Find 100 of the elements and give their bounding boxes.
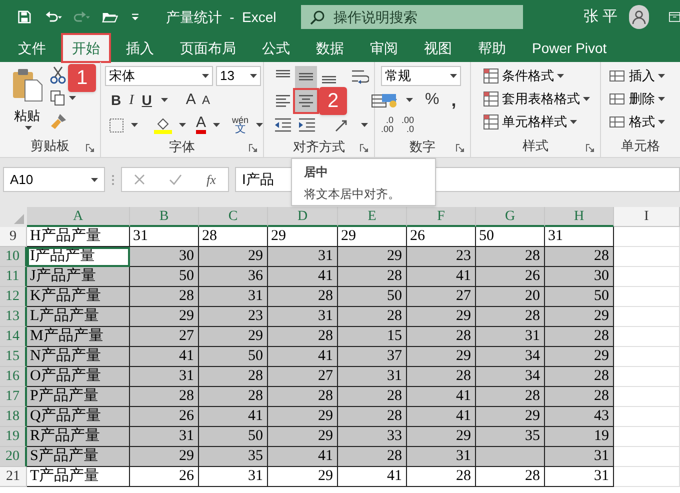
table-cell[interactable]: 31 — [545, 467, 614, 487]
table-cell[interactable]: 41 — [407, 387, 476, 407]
table-cell[interactable]: 15 — [338, 327, 407, 347]
table-cell[interactable]: 31 — [545, 227, 614, 247]
column-header[interactable]: G — [476, 207, 545, 227]
percent-button[interactable]: % — [425, 88, 440, 112]
dialog-launcher-icon[interactable] — [456, 144, 464, 152]
column-header[interactable]: E — [338, 207, 407, 227]
table-cell[interactable]: J产品产量 — [27, 267, 130, 287]
ribbon-tab[interactable]: 数据 — [306, 34, 354, 62]
center-align-button[interactable] — [295, 90, 317, 112]
cells-menu-button[interactable]: 格式 — [609, 112, 665, 132]
styles-menu-button[interactable]: 单元格样式 — [483, 112, 590, 132]
row-header[interactable]: 18 — [0, 407, 27, 427]
table-cell[interactable]: 31 — [268, 307, 338, 327]
grow-font-button[interactable]: A — [186, 88, 196, 112]
row-header[interactable]: 19 — [0, 427, 27, 447]
table-cell[interactable]: 26 — [476, 267, 545, 287]
table-cell[interactable]: 28 — [407, 467, 476, 487]
table-cell[interactable]: 28 — [199, 387, 268, 407]
table-cell[interactable]: 26 — [407, 227, 476, 247]
table-cell[interactable]: 28 — [545, 387, 614, 407]
name-box[interactable]: A10 — [3, 167, 105, 192]
table-cell[interactable]: 31 — [476, 327, 545, 347]
table-cell[interactable]: 28 — [476, 387, 545, 407]
table-cell[interactable]: 31 — [338, 367, 407, 387]
table-cell[interactable]: 28 — [199, 227, 268, 247]
table-cell[interactable]: 29 — [130, 307, 199, 327]
decrease-decimal-button[interactable]: .00 .0 — [402, 116, 414, 134]
table-cell[interactable]: 41 — [338, 467, 407, 487]
phonetic-button[interactable]: wén 文 — [232, 116, 249, 134]
table-cell[interactable]: 27 — [407, 287, 476, 307]
table-cell[interactable]: T产品产量 — [27, 467, 130, 487]
column-header[interactable]: C — [199, 207, 268, 227]
dialog-launcher-icon[interactable] — [249, 144, 257, 152]
table-cell[interactable]: 41 — [268, 267, 338, 287]
merge-icon[interactable] — [371, 93, 387, 109]
insert-function-button[interactable]: fx — [206, 170, 216, 190]
paste-label[interactable]: 粘贴 — [14, 106, 40, 126]
table-cell[interactable]: 50 — [199, 347, 268, 367]
cells-menu-button[interactable]: 插入 — [609, 66, 665, 86]
ribbon-display-icon[interactable] — [668, 11, 680, 23]
copy-icon[interactable] — [50, 90, 66, 106]
paste-icon[interactable] — [11, 68, 43, 102]
table-cell[interactable]: 30 — [130, 247, 199, 267]
table-cell[interactable]: 29 — [268, 427, 338, 447]
table-cell[interactable]: H产品产量 — [27, 227, 130, 247]
currency-icon[interactable] — [381, 92, 399, 108]
table-cell[interactable]: 29 — [338, 247, 407, 267]
table-cell[interactable]: 28 — [338, 447, 407, 467]
column-header[interactable]: B — [130, 207, 199, 227]
table-cell[interactable]: 29 — [476, 407, 545, 427]
table-cell[interactable]: 31 — [545, 447, 614, 467]
table-cell[interactable]: 29 — [199, 327, 268, 347]
table-cell[interactable]: Q产品产量 — [27, 407, 130, 427]
table-cell[interactable]: 28 — [338, 407, 407, 427]
table-cell[interactable]: 28 — [476, 307, 545, 327]
table-cell[interactable]: 43 — [545, 407, 614, 427]
table-cell[interactable]: 28 — [268, 387, 338, 407]
table-cell[interactable]: 29 — [268, 467, 338, 487]
table-cell[interactable]: 26 — [130, 467, 199, 487]
table-cell[interactable]: 50 — [338, 287, 407, 307]
save-icon[interactable] — [18, 9, 31, 25]
table-cell[interactable]: 19 — [545, 427, 614, 447]
table-cell[interactable]: 28 — [545, 247, 614, 267]
ribbon-tab[interactable]: 视图 — [414, 34, 462, 62]
table-cell[interactable]: 31 — [130, 227, 199, 247]
font-name-dropdown[interactable]: 宋体 — [105, 66, 213, 86]
column-header[interactable]: F — [407, 207, 476, 227]
underline-button[interactable]: U — [142, 90, 152, 110]
bold-button[interactable]: B — [111, 90, 122, 110]
table-cell[interactable]: O产品产量 — [27, 367, 130, 387]
table-cell[interactable]: 28 — [476, 247, 545, 267]
search-field[interactable]: 操作说明搜索 — [301, 5, 524, 29]
shrink-font-button[interactable]: A — [202, 91, 210, 109]
table-cell[interactable]: M产品产量 — [27, 327, 130, 347]
row-header[interactable]: 17 — [0, 387, 27, 407]
table-cell[interactable]: 31 — [199, 287, 268, 307]
table-cell[interactable]: R产品产量 — [27, 427, 130, 447]
table-cell[interactable]: 29 — [338, 227, 407, 247]
row-header[interactable]: 21 — [0, 467, 27, 487]
table-cell[interactable]: 28 — [199, 367, 268, 387]
row-header[interactable]: 10 — [0, 247, 27, 267]
table-cell[interactable]: L产品产量 — [27, 307, 130, 327]
row-header[interactable]: 14 — [0, 327, 27, 347]
table-cell[interactable]: 29 — [407, 347, 476, 367]
table-cell[interactable]: 29 — [268, 407, 338, 427]
table-cell[interactable]: 29 — [407, 307, 476, 327]
row-header[interactable]: 12 — [0, 287, 27, 307]
column-header[interactable]: H — [545, 207, 614, 227]
dialog-launcher-icon[interactable] — [586, 144, 594, 152]
table-cell[interactable]: 28 — [407, 367, 476, 387]
ribbon-tab[interactable]: 插入 — [116, 34, 164, 62]
table-cell[interactable]: 37 — [338, 347, 407, 367]
avatar-icon[interactable] — [629, 5, 649, 29]
table-cell[interactable]: 31 — [130, 427, 199, 447]
table-cell[interactable]: 41 — [268, 447, 338, 467]
table-cell[interactable]: 28 — [268, 327, 338, 347]
table-cell[interactable]: 33 — [338, 427, 407, 447]
ribbon-tab[interactable]: 公式 — [252, 34, 300, 62]
